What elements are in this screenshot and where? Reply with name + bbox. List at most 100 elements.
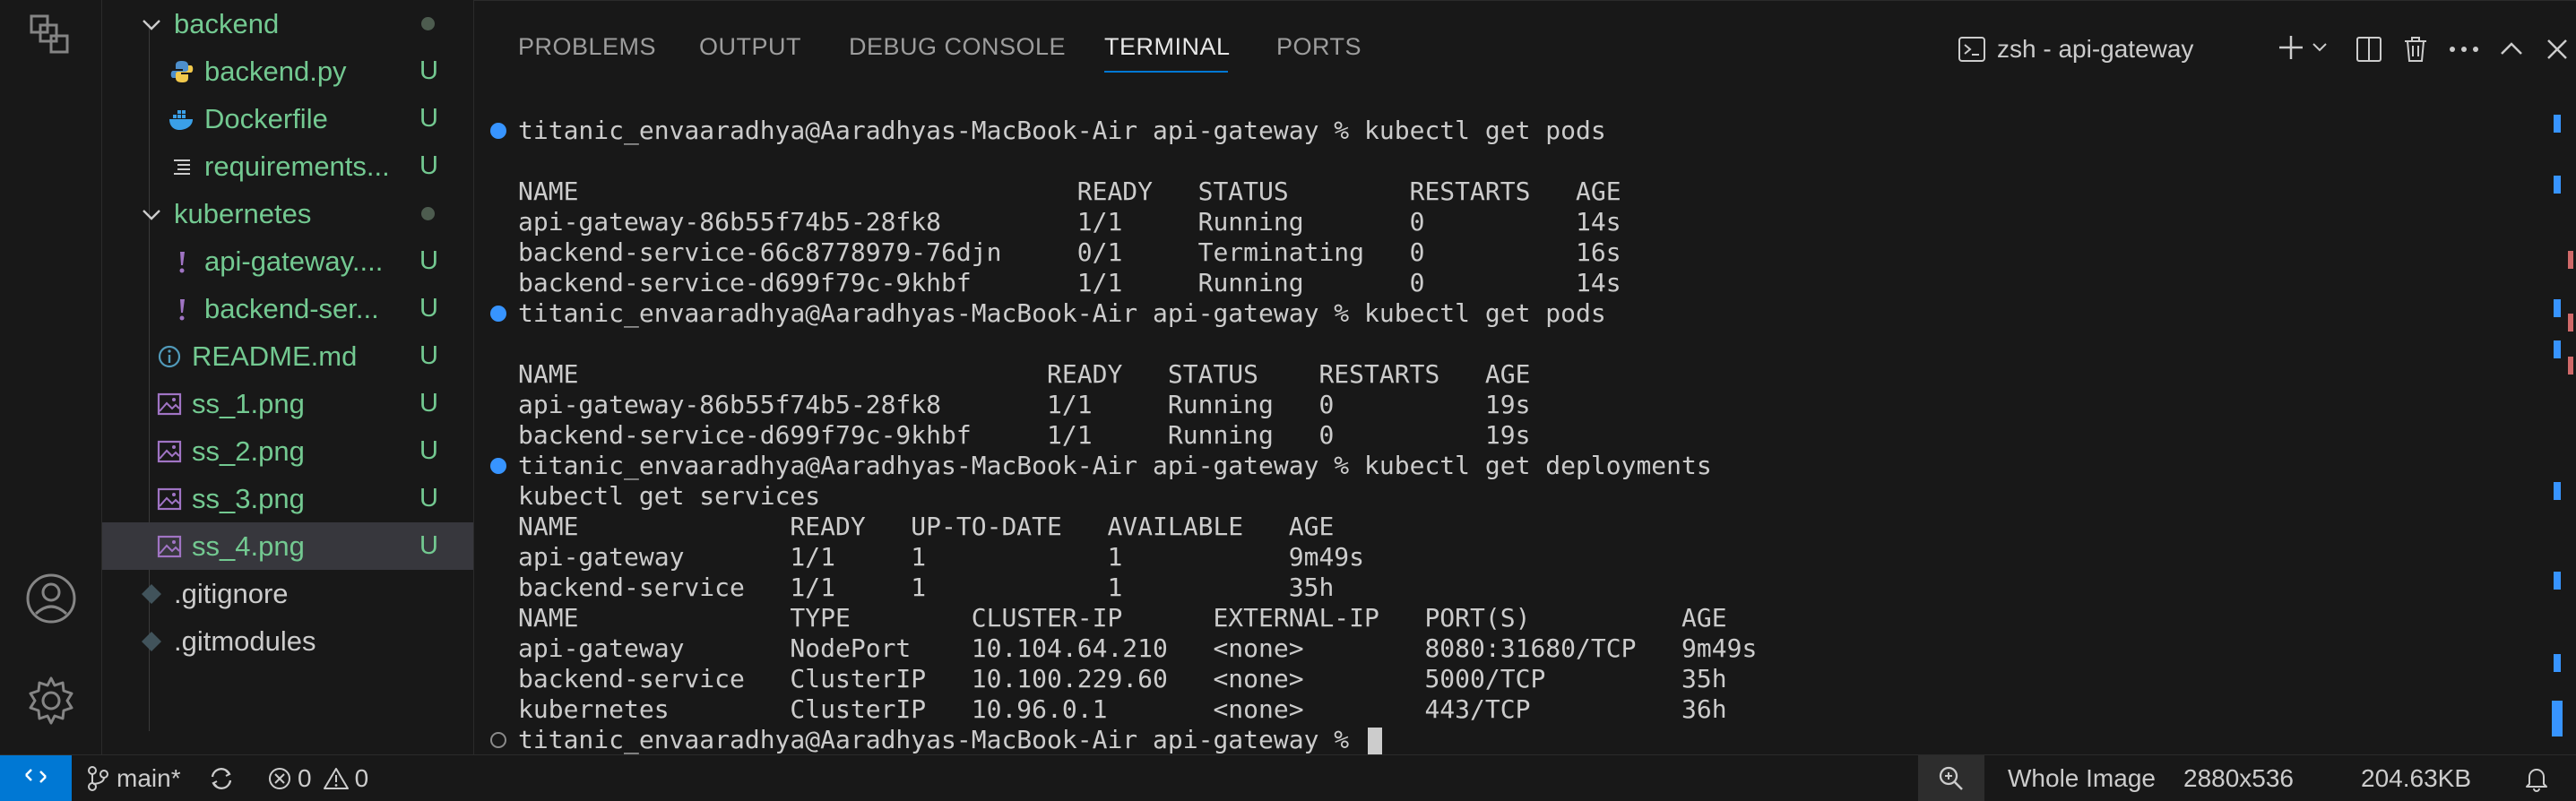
branch-indicator[interactable]: main* xyxy=(86,755,181,801)
terminal-line-text: backend-service 1/1 1 1 35h xyxy=(518,573,1335,602)
remote-indicator[interactable] xyxy=(0,755,72,801)
git-branch-icon xyxy=(86,765,109,792)
terminal-line-text: kubernetes ClusterIP 10.96.0.1 <none> 44… xyxy=(518,694,1727,724)
terminal-line: kubernetes ClusterIP 10.96.0.1 <none> 44… xyxy=(518,694,1727,725)
problems-indicator[interactable]: 0 0 xyxy=(267,755,368,801)
notifications-bell-icon[interactable] xyxy=(2524,755,2549,801)
git-status-badge: U xyxy=(419,484,438,512)
error-icon xyxy=(267,766,292,791)
git-status-badge: U xyxy=(419,56,438,85)
terminal-line-text: api-gateway 1/1 1 1 9m49s xyxy=(518,542,1365,572)
tree-file[interactable]: Dockerfile U xyxy=(102,95,473,142)
close-panel-icon[interactable] xyxy=(2545,31,2570,67)
split-terminal-icon[interactable] xyxy=(2355,31,2383,67)
tab-debug-console[interactable]: DEBUG CONSOLE xyxy=(849,33,1066,61)
terminal-scrollbar[interactable] xyxy=(2552,106,2576,751)
account-icon[interactable] xyxy=(24,572,78,625)
terminal-line-text: api-gateway-86b55f74b5-28fk8 1/1 Running… xyxy=(518,207,1621,237)
terminal-output[interactable]: titanic_envaaradhya@Aaradhyas-MacBook-Ai… xyxy=(474,107,2536,755)
explorer-icon[interactable] xyxy=(24,9,78,63)
git-file-icon xyxy=(134,577,169,611)
chevron-down-icon xyxy=(134,7,169,41)
chevron-down-icon[interactable] xyxy=(2312,39,2328,60)
git-status-badge: U xyxy=(419,341,438,370)
terminal-line-text: NAME TYPE CLUSTER-IP EXTERNAL-IP PORT(S)… xyxy=(518,603,1727,633)
tree-folder[interactable]: backend xyxy=(102,0,473,47)
tab-problems[interactable]: PROBLEMS xyxy=(518,33,656,61)
terminal-line: NAME READY STATUS RESTARTS AGE xyxy=(518,177,1621,207)
status-bar: main* 0 0 Whole Image 2880x536 204.63KB xyxy=(0,754,2576,801)
git-status-badge: U xyxy=(419,294,438,323)
terminal-cursor xyxy=(1368,728,1383,754)
terminal-selector[interactable]: zsh - api-gateway xyxy=(1958,31,2193,67)
terminal-line: api-gateway NodePort 10.104.64.210 <none… xyxy=(518,633,1757,664)
terminal-line-text: NAME READY STATUS RESTARTS AGE xyxy=(518,359,1531,389)
terminal-line-text: titanic_envaaradhya@Aaradhyas-MacBook-Ai… xyxy=(518,451,1712,480)
tree-file[interactable]: ss_1.png U xyxy=(102,380,473,427)
image-file-icon xyxy=(152,530,186,564)
terminal-line: NAME READY UP-TO-DATE AVAILABLE AGE xyxy=(518,512,1334,542)
git-file-icon xyxy=(134,624,169,659)
settings-gear-icon[interactable] xyxy=(24,674,78,728)
terminal-line: backend-service-d699f79c-9khbf 1/1 Runni… xyxy=(518,420,1530,451)
more-actions-icon[interactable] xyxy=(2449,31,2479,67)
active-tab-indicator xyxy=(1104,71,1228,73)
tree-file[interactable]: backend-ser... U xyxy=(102,285,473,332)
error-count: 0 xyxy=(298,764,312,792)
trash-icon[interactable] xyxy=(2401,31,2430,67)
terminal-name: zsh - api-gateway xyxy=(1997,35,2194,63)
tree-file[interactable]: backend.py U xyxy=(102,47,473,95)
tree-item-label: backend-ser... xyxy=(204,292,379,324)
terminal-line: kubectl get services xyxy=(518,481,820,512)
tree-file[interactable]: ss_4.png U xyxy=(102,522,473,570)
terminal-line-text: api-gateway-86b55f74b5-28fk8 1/1 Running… xyxy=(518,390,1531,419)
tree-item-label: ss_4.png xyxy=(192,530,305,562)
terminal-line: api-gateway 1/1 1 1 9m49s xyxy=(518,542,1364,573)
terminal-line: titanic_envaaradhya@Aaradhyas-MacBook-Ai… xyxy=(518,116,1606,146)
tree-file[interactable]: api-gateway.... U xyxy=(102,237,473,285)
command-decoration-dot[interactable] xyxy=(490,123,506,139)
terminal-line: NAME TYPE CLUSTER-IP EXTERNAL-IP PORT(S)… xyxy=(518,603,1727,633)
tree-file[interactable]: .gitmodules xyxy=(102,617,473,665)
image-scope-label[interactable]: Whole Image xyxy=(2008,755,2156,801)
command-decoration-dot[interactable] xyxy=(490,458,506,474)
terminal-line-text: kubectl get services xyxy=(518,481,821,511)
warning-count: 0 xyxy=(354,764,369,792)
terminal-line: titanic_envaaradhya@Aaradhyas-MacBook-Ai… xyxy=(518,451,1712,481)
terminal-line: titanic_envaaradhya@Aaradhyas-MacBook-Ai… xyxy=(518,298,1606,329)
terminal-line: backend-service 1/1 1 1 35h xyxy=(518,573,1334,603)
terminal-line: api-gateway-86b55f74b5-28fk8 1/1 Running… xyxy=(518,207,1621,237)
new-terminal-button[interactable] xyxy=(2276,31,2328,67)
terminal-line-text: titanic_envaaradhya@Aaradhyas-MacBook-Ai… xyxy=(518,116,1606,145)
tree-item-label: README.md xyxy=(192,340,358,372)
tab-ports[interactable]: PORTS xyxy=(1276,33,1361,61)
maximize-panel-icon[interactable] xyxy=(2498,31,2525,67)
tree-item-label: Dockerfile xyxy=(204,102,328,134)
zoom-icon[interactable] xyxy=(1918,755,1984,801)
terminal-line-text: NAME READY STATUS RESTARTS AGE xyxy=(518,177,1621,206)
activity-bar xyxy=(0,0,102,754)
tree-file[interactable]: requirements... U xyxy=(102,142,473,190)
terminal-line: titanic_envaaradhya@Aaradhyas-MacBook-Ai… xyxy=(518,725,1383,755)
command-decoration-dot[interactable] xyxy=(490,306,506,322)
tree-item-label: ss_1.png xyxy=(192,387,305,419)
tree-file[interactable]: ss_2.png U xyxy=(102,427,473,475)
command-decoration-dot[interactable] xyxy=(490,732,506,748)
tree-file[interactable]: README.md U xyxy=(102,332,473,380)
sync-icon[interactable] xyxy=(208,755,235,801)
remote-icon xyxy=(22,762,49,796)
tab-output[interactable]: OUTPUT xyxy=(699,33,801,61)
tree-folder[interactable]: kubernetes xyxy=(102,190,473,237)
tree-file[interactable]: ss_3.png U xyxy=(102,475,473,522)
image-file-icon xyxy=(152,435,186,469)
terminal-line: backend-service-66c8778979-76djn 0/1 Ter… xyxy=(518,237,1621,268)
tree-file[interactable]: .gitignore xyxy=(102,570,473,617)
git-status-badge: U xyxy=(419,389,438,418)
tab-terminal[interactable]: TERMINAL xyxy=(1104,33,1231,61)
git-status-badge: U xyxy=(419,104,438,133)
terminal-line-text: api-gateway NodePort 10.104.64.210 <none… xyxy=(518,633,1758,663)
docker-file-icon xyxy=(165,102,199,136)
python-file-icon xyxy=(165,55,199,89)
folder-modified-dot xyxy=(421,207,435,220)
tree-item-label: .gitmodules xyxy=(174,624,316,657)
